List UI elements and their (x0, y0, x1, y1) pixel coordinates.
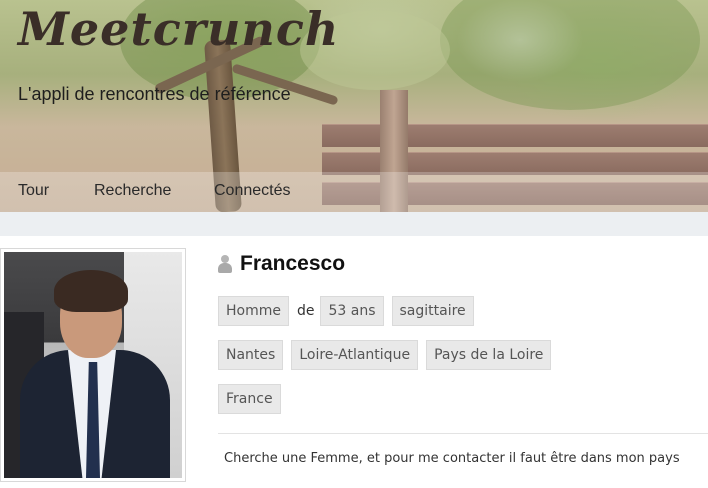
header-banner: Meetcrunch L'appli de rencontres de réfé… (0, 0, 708, 212)
photo-hair (54, 270, 128, 312)
tag-joiner: de (296, 303, 315, 319)
profile-name-row: Francesco (218, 252, 345, 276)
nav-item-connectes[interactable]: Connectés (214, 182, 291, 200)
country-tag[interactable]: France (218, 384, 281, 414)
city-tag[interactable]: Nantes (218, 340, 284, 370)
nav-item-tour[interactable]: Tour (18, 182, 49, 200)
profile-photo-frame[interactable] (0, 248, 186, 482)
profile-tags-row-1: Homme de 53 ans sagittaire (218, 296, 482, 326)
banner-foliage (440, 0, 700, 110)
department-tag[interactable]: Loire-Atlantique (291, 340, 419, 370)
profile-tags-row-3: France (218, 384, 289, 414)
age-tag[interactable]: 53 ans (320, 296, 384, 326)
nav-item-recherche[interactable]: Recherche (94, 182, 171, 200)
profile-separator (218, 433, 708, 434)
zodiac-tag[interactable]: sagittaire (391, 296, 474, 326)
profile-photo[interactable] (4, 252, 182, 478)
region-tag[interactable]: Pays de la Loire (426, 340, 552, 370)
site-logo[interactable]: Meetcrunch (18, 2, 339, 56)
main-nav: Tour Recherche Connectés (0, 172, 708, 212)
profile-name: Francesco (240, 252, 346, 275)
profile-description: Cherche une Femme, et pour me contacter … (224, 451, 680, 466)
site-tagline: L'appli de rencontres de référence (18, 84, 291, 104)
user-icon (218, 255, 232, 273)
profile-tags-row-2: Nantes Loire-Atlantique Pays de la Loire (218, 340, 559, 370)
header-divider (0, 212, 708, 236)
gender-tag[interactable]: Homme (218, 296, 289, 326)
